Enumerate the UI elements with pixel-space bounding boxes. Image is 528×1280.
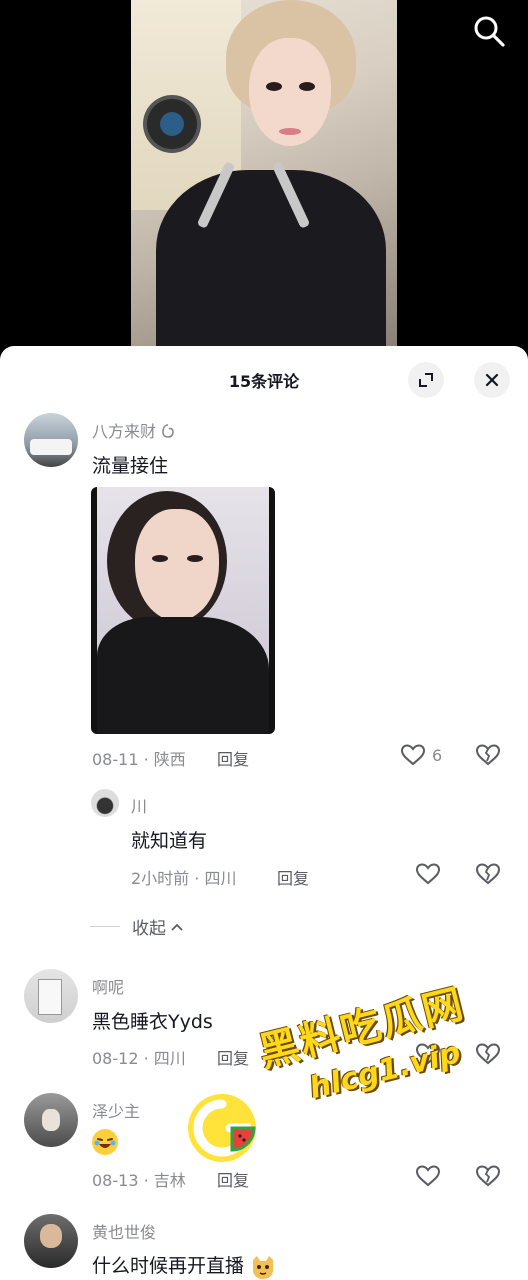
broken-heart-icon <box>475 744 501 766</box>
avatar[interactable] <box>24 1214 78 1268</box>
dislike-button[interactable] <box>475 1164 501 1192</box>
avatar[interactable] <box>91 789 119 817</box>
fan-image <box>143 95 201 153</box>
broken-heart-icon <box>475 1043 501 1065</box>
search-button[interactable] <box>472 14 506 48</box>
comment-image[interactable] <box>91 487 275 734</box>
comment-text: 黑色睡衣Yyds <box>92 1011 213 1033</box>
reply-button[interactable]: 回复 <box>217 746 249 770</box>
divider <box>90 926 120 927</box>
like-button[interactable]: 6 <box>400 743 442 767</box>
cat-emoji-icon <box>250 1254 276 1280</box>
search-icon <box>474 16 505 47</box>
comment-username[interactable]: 啊呢 <box>92 974 124 998</box>
chevron-up-icon <box>171 923 183 931</box>
comment-username[interactable]: 黄也世俊 <box>92 1219 156 1243</box>
expand-button[interactable] <box>408 362 444 398</box>
comment-date-location: 08-13 · 吉林 <box>92 1171 186 1190</box>
close-icon <box>485 373 499 387</box>
avatar[interactable] <box>24 969 78 1023</box>
laughing-emoji-icon <box>92 1129 118 1155</box>
like-button[interactable] <box>415 862 441 886</box>
collapse-label: 收起 <box>132 919 166 939</box>
like-count: 6 <box>432 745 443 765</box>
money-badge-icon <box>162 424 174 438</box>
eye-image <box>299 82 315 91</box>
reply-button[interactable]: 回复 <box>277 865 309 889</box>
heart-icon <box>415 1165 441 1187</box>
watermark-logo-icon <box>186 1092 258 1164</box>
reply-button[interactable]: 回复 <box>217 1045 249 1069</box>
comment-text: 什么时候再开直播 <box>92 1251 276 1280</box>
video-frame <box>131 0 397 350</box>
eye-image <box>266 82 282 91</box>
collapse-replies-button[interactable]: 收起 <box>90 914 184 939</box>
comment-count-title: 15条评论 <box>228 372 300 391</box>
expand-icon <box>419 373 433 387</box>
comment-sheet: 15条评论 八方来财 流量接住 08-11 · 陕西 回复 6 川 就知道有 2… <box>0 346 528 1280</box>
video-player[interactable] <box>0 0 528 350</box>
comment-date-location: 2小时前 · 四川 <box>131 869 237 888</box>
heart-icon <box>400 744 426 766</box>
close-button[interactable] <box>474 362 510 398</box>
comment-username[interactable]: 川 <box>131 793 147 817</box>
comment-username[interactable]: 泽少主 <box>92 1098 140 1122</box>
like-button[interactable] <box>415 1164 441 1188</box>
comment-username[interactable]: 八方来财 <box>92 418 175 442</box>
dress-image <box>156 170 386 350</box>
comment-text: 就知道有 <box>131 830 208 852</box>
lips-image <box>279 128 301 135</box>
broken-heart-icon <box>475 863 501 885</box>
reply-button[interactable]: 回复 <box>217 1167 249 1191</box>
heart-icon <box>415 863 441 885</box>
comment-text: 流量接住 <box>92 455 169 477</box>
comment-image-content <box>97 487 269 734</box>
comment-date-location: 08-11 · 陕西 <box>92 750 186 769</box>
comment-date-location: 08-12 · 四川 <box>92 1049 186 1068</box>
dislike-button[interactable] <box>475 743 501 771</box>
avatar[interactable] <box>24 1093 78 1147</box>
dislike-button[interactable] <box>475 1042 501 1070</box>
dislike-button[interactable] <box>475 862 501 890</box>
comment-text <box>92 1129 118 1155</box>
avatar[interactable] <box>24 413 78 467</box>
broken-heart-icon <box>475 1165 501 1187</box>
